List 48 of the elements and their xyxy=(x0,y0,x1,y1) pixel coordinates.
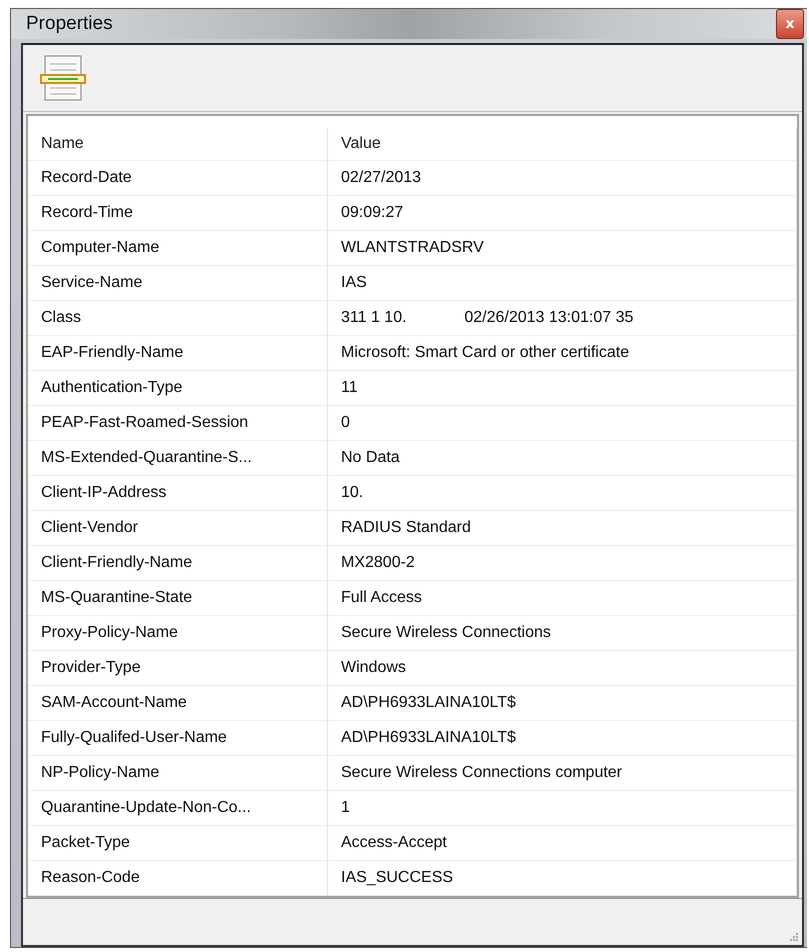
table-cell: 09:09:27 xyxy=(328,196,797,230)
table-cell: No Data xyxy=(328,441,797,475)
table-cell: PEAP-Fast-Roamed-Session xyxy=(28,406,328,440)
table-cell: Microsoft: Smart Card or other certificate xyxy=(328,336,797,370)
table-cell: RADIUS Standard xyxy=(328,511,797,545)
table-cell: EAP-Friendly-Name xyxy=(28,336,328,370)
resize-grip-icon xyxy=(788,931,798,941)
table-cell: IAS_SUCCESS xyxy=(328,861,797,895)
table-cell: 1 xyxy=(328,791,797,825)
table-cell: Secure Wireless Connections xyxy=(328,616,797,650)
table-cell: Record-Date xyxy=(28,161,328,195)
table-cell: Record-Time xyxy=(28,196,328,230)
table-cell: MS-Extended-Quarantine-S... xyxy=(28,441,328,475)
table-cell: Computer-Name xyxy=(28,231,328,265)
table-cell: Full Access xyxy=(328,581,797,615)
table-cell: Secure Wireless Connections computer xyxy=(328,756,797,790)
table-cell: AD\PH6933LAINA10LT$ xyxy=(328,686,797,720)
table-cell: SAM-Account-Name xyxy=(28,686,328,720)
table-cell: Packet-Type xyxy=(28,826,328,860)
document-icon xyxy=(40,54,86,102)
table-cell: 10. xyxy=(328,476,797,510)
table-cell: Proxy-Policy-Name xyxy=(28,616,328,650)
column-header[interactable]: Value xyxy=(328,128,797,160)
table-cell: 02/27/2013 xyxy=(328,161,797,195)
properties-tool-button[interactable] xyxy=(40,54,86,102)
table-cell: Access-Accept xyxy=(328,826,797,860)
column-header[interactable]: Name xyxy=(28,128,328,160)
table-cell: IAS xyxy=(328,266,797,300)
table-cell: WLANTSTRADSRV xyxy=(328,231,797,265)
table-cell: 0 xyxy=(328,406,797,440)
table-cell: Client-IP-Address xyxy=(28,476,328,510)
table-cell: Client-Vendor xyxy=(28,511,328,545)
table-cell: Reason-Code xyxy=(28,861,328,895)
table-cell: AD\PH6933LAINA10LT$ xyxy=(328,721,797,755)
table-cell: Authentication-Type xyxy=(28,371,328,405)
table-cell: MX2800-2 xyxy=(328,546,797,580)
table-cell: Service-Name xyxy=(28,266,328,300)
table-cell: Class xyxy=(28,301,328,335)
table-cell: MS-Quarantine-State xyxy=(28,581,328,615)
table-cell: Client-Friendly-Name xyxy=(28,546,328,580)
table-cell: Fully-Qualifed-User-Name xyxy=(28,721,328,755)
table-cell: Windows xyxy=(328,651,797,685)
table-cell: 311 1 10. 02/26/2013 13:01:07 35 xyxy=(328,301,797,335)
table-cell: NP-Policy-Name xyxy=(28,756,328,790)
table-cell: 11 xyxy=(328,371,797,405)
table-cell: Quarantine-Update-Non-Co... xyxy=(28,791,328,825)
window-title: Properties xyxy=(26,13,113,35)
table-cell: Provider-Type xyxy=(28,651,328,685)
